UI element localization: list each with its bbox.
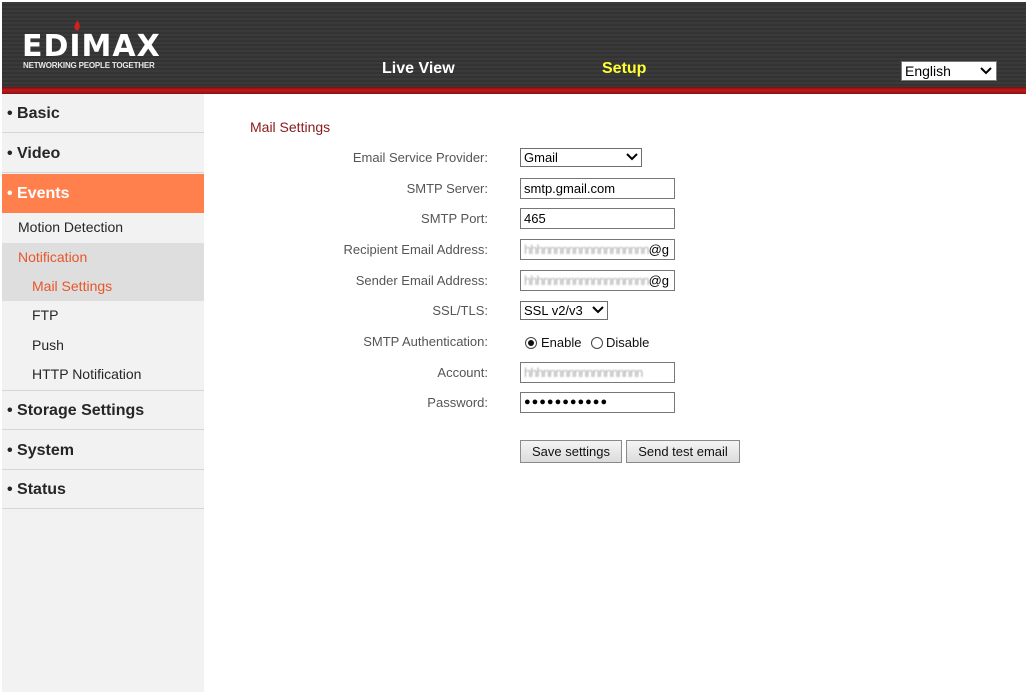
sender-email-input[interactable]: hhhnnnnnnnnnnnnnnnnn@g <box>520 270 675 291</box>
chevron-down-icon <box>626 153 638 161</box>
sidebar: • Basic • Video • Events Motion Detectio… <box>2 94 204 692</box>
label-smtp-server: SMTP Server: <box>406 181 488 196</box>
auth-disable-radio[interactable] <box>591 337 603 349</box>
label-ssl-tls: SSL/TLS: <box>432 303 488 318</box>
label-sender-email: Sender Email Address: <box>355 273 488 288</box>
label-account: Account: <box>437 365 488 380</box>
sender-email-blurred: hhhnnnnnnnnnnnnnnnnn <box>524 273 650 288</box>
sidebar-item-push[interactable]: Push <box>2 331 204 360</box>
save-settings-button[interactable]: Save settings <box>520 440 622 463</box>
label-smtp-port: SMTP Port: <box>421 211 488 226</box>
smtp-server-value: smtp.gmail.com <box>524 181 616 196</box>
logo-text: EDIMAX <box>22 29 161 64</box>
ssl-tls-value: SSL v2/v3 <box>524 303 583 318</box>
header-red-stripe <box>2 87 1026 94</box>
sidebar-item-http-notification[interactable]: HTTP Notification <box>2 360 204 389</box>
label-smtp-auth: SMTP Authentication: <box>363 334 488 349</box>
label-recipient-email: Recipient Email Address: <box>343 242 488 257</box>
send-test-email-button[interactable]: Send test email <box>626 440 740 463</box>
sidebar-item-mail-settings[interactable]: Mail Settings <box>2 272 204 301</box>
smtp-port-value: 465 <box>524 211 546 226</box>
auth-disable-label[interactable]: Disable <box>606 335 649 350</box>
sidebar-item-motion-detection[interactable]: Motion Detection <box>2 213 204 242</box>
sidebar-item-status[interactable]: • Status <box>2 470 204 509</box>
sidebar-item-notification[interactable]: Notification <box>2 243 204 272</box>
auth-enable-radio[interactable] <box>525 337 537 349</box>
sidebar-item-system[interactable]: • System <box>2 431 204 470</box>
ssl-tls-select[interactable]: SSL v2/v3 <box>520 301 608 320</box>
account-blurred: hhhnnnnnnnnnnnnnnnn <box>524 365 643 380</box>
email-provider-value: Gmail <box>524 150 558 165</box>
email-provider-select[interactable]: Gmail <box>520 148 642 167</box>
sidebar-item-ftp[interactable]: FTP <box>2 301 204 330</box>
sidebar-item-video[interactable]: • Video <box>2 134 204 173</box>
header: EDIMAX NETWORKING PEOPLE TOGETHER Live V… <box>2 2 1026 94</box>
recipient-email-input[interactable]: hhhnnnnnnnnnnnnnnnnn@g <box>520 239 675 260</box>
language-value: English <box>905 63 951 79</box>
password-value: ●●●●●●●●●●● <box>524 396 609 408</box>
language-select[interactable]: English <box>901 61 997 81</box>
edimax-logo: EDIMAX NETWORKING PEOPLE TOGETHER <box>22 20 162 72</box>
chevron-down-icon <box>592 306 604 314</box>
logo-tagline: NETWORKING PEOPLE TOGETHER <box>23 61 155 70</box>
smtp-auth-radio-group: Enable Disable <box>525 335 685 351</box>
sidebar-item-basic[interactable]: • Basic <box>2 94 204 133</box>
nav-setup[interactable]: Setup <box>602 60 646 78</box>
account-input[interactable]: hhhnnnnnnnnnnnnnnnn <box>520 362 675 383</box>
sidebar-item-events[interactable]: • Events <box>2 174 204 213</box>
sidebar-item-storage-settings[interactable]: • Storage Settings <box>2 391 204 430</box>
recipient-email-suffix: @g <box>648 242 670 257</box>
auth-enable-label[interactable]: Enable <box>541 335 581 350</box>
smtp-port-input[interactable]: 465 <box>520 208 675 229</box>
label-email-provider: Email Service Provider: <box>352 150 488 165</box>
password-input[interactable]: ●●●●●●●●●●● <box>520 392 675 413</box>
label-password: Password: <box>427 395 488 410</box>
smtp-server-input[interactable]: smtp.gmail.com <box>520 178 675 199</box>
page-title: Mail Settings <box>250 119 331 135</box>
sender-email-suffix: @g <box>648 273 670 288</box>
nav-live-view[interactable]: Live View <box>382 60 455 78</box>
chevron-down-icon <box>980 67 992 75</box>
recipient-email-blurred: hhhnnnnnnnnnnnnnnnnn <box>524 242 650 257</box>
